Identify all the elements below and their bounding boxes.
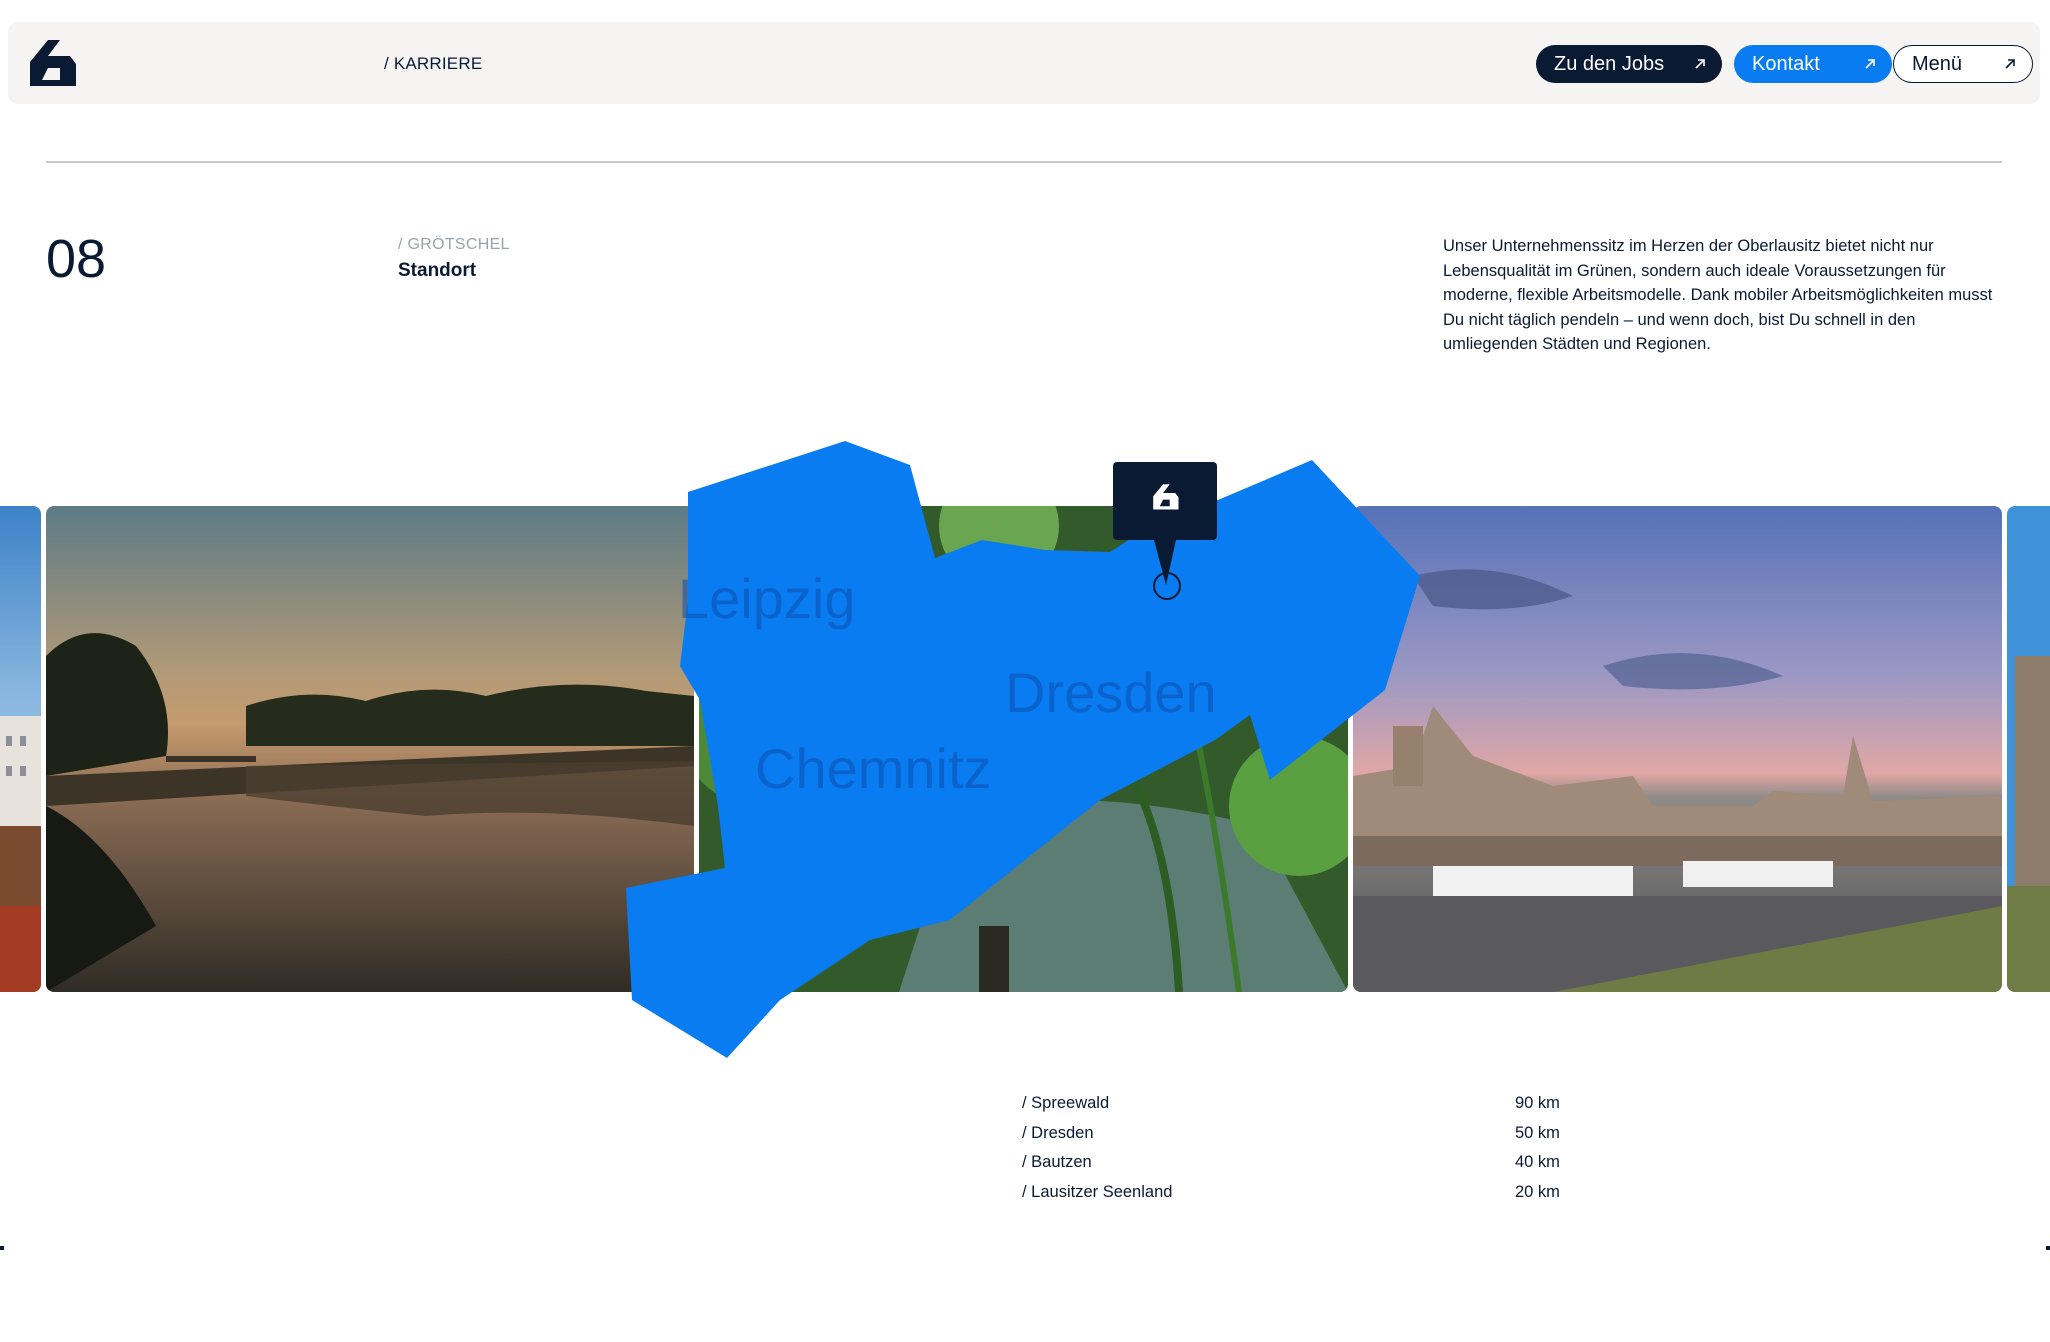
brand-logo-icon[interactable] (26, 36, 80, 90)
menu-button-label: Menü (1912, 52, 1963, 75)
photo-tower-partial[interactable] (2007, 506, 2050, 992)
jobs-button-label: Zu den Jobs (1554, 52, 1665, 75)
edge-marker (0, 1246, 4, 1250)
distance-place: / Spreewald (1022, 1094, 1110, 1112)
distance-place: / Bautzen (1022, 1153, 1092, 1171)
location-pin-icon[interactable] (1112, 461, 1218, 603)
edge-marker (2046, 1246, 2050, 1250)
photo-forest-river[interactable] (699, 506, 1348, 992)
breadcrumb[interactable]: / KARRIERE (384, 54, 482, 74)
kontakt-button[interactable]: Kontakt (1734, 45, 1892, 83)
menu-button[interactable]: Menü (1893, 45, 2033, 83)
site-header: / KARRIERE Zu den Jobs Kontakt Menü (8, 22, 2040, 104)
distance-value: 40 km (1515, 1153, 1560, 1171)
section-title: Standort (398, 260, 477, 281)
distance-value: 20 km (1515, 1182, 1560, 1201)
list-item: / Bautzen 40 km (1022, 1153, 1562, 1183)
arrow-up-right-icon (1865, 59, 1875, 69)
arrow-up-right-icon (1695, 59, 1705, 69)
jobs-button[interactable]: Zu den Jobs (1536, 45, 1722, 83)
section-description: Unser Unternehmenssitz im Herzen der Obe… (1443, 237, 1993, 353)
distance-list: / Spreewald 90 km / Dresden 50 km / Baut… (1022, 1094, 1562, 1212)
distance-value: 50 km (1515, 1123, 1560, 1142)
kontakt-button-label: Kontakt (1752, 52, 1820, 75)
list-item: / Dresden 50 km (1022, 1124, 1562, 1154)
photo-lake-sunset[interactable] (46, 506, 694, 992)
arrow-up-right-icon (2005, 59, 2015, 69)
section-divider (46, 161, 2002, 163)
list-item: / Lausitzer Seenland 20 km (1022, 1183, 1562, 1213)
photo-dresden-skyline[interactable] (1353, 506, 2002, 992)
photo-town-partial[interactable] (0, 506, 41, 992)
distance-place: / Lausitzer Seenland (1022, 1182, 1173, 1201)
section-number: 08 (46, 229, 107, 289)
list-item: / Spreewald 90 km (1022, 1094, 1562, 1124)
section-kicker: / GRÖTSCHEL (398, 236, 510, 253)
distance-value: 90 km (1515, 1094, 1560, 1112)
distance-place: / Dresden (1022, 1123, 1094, 1142)
